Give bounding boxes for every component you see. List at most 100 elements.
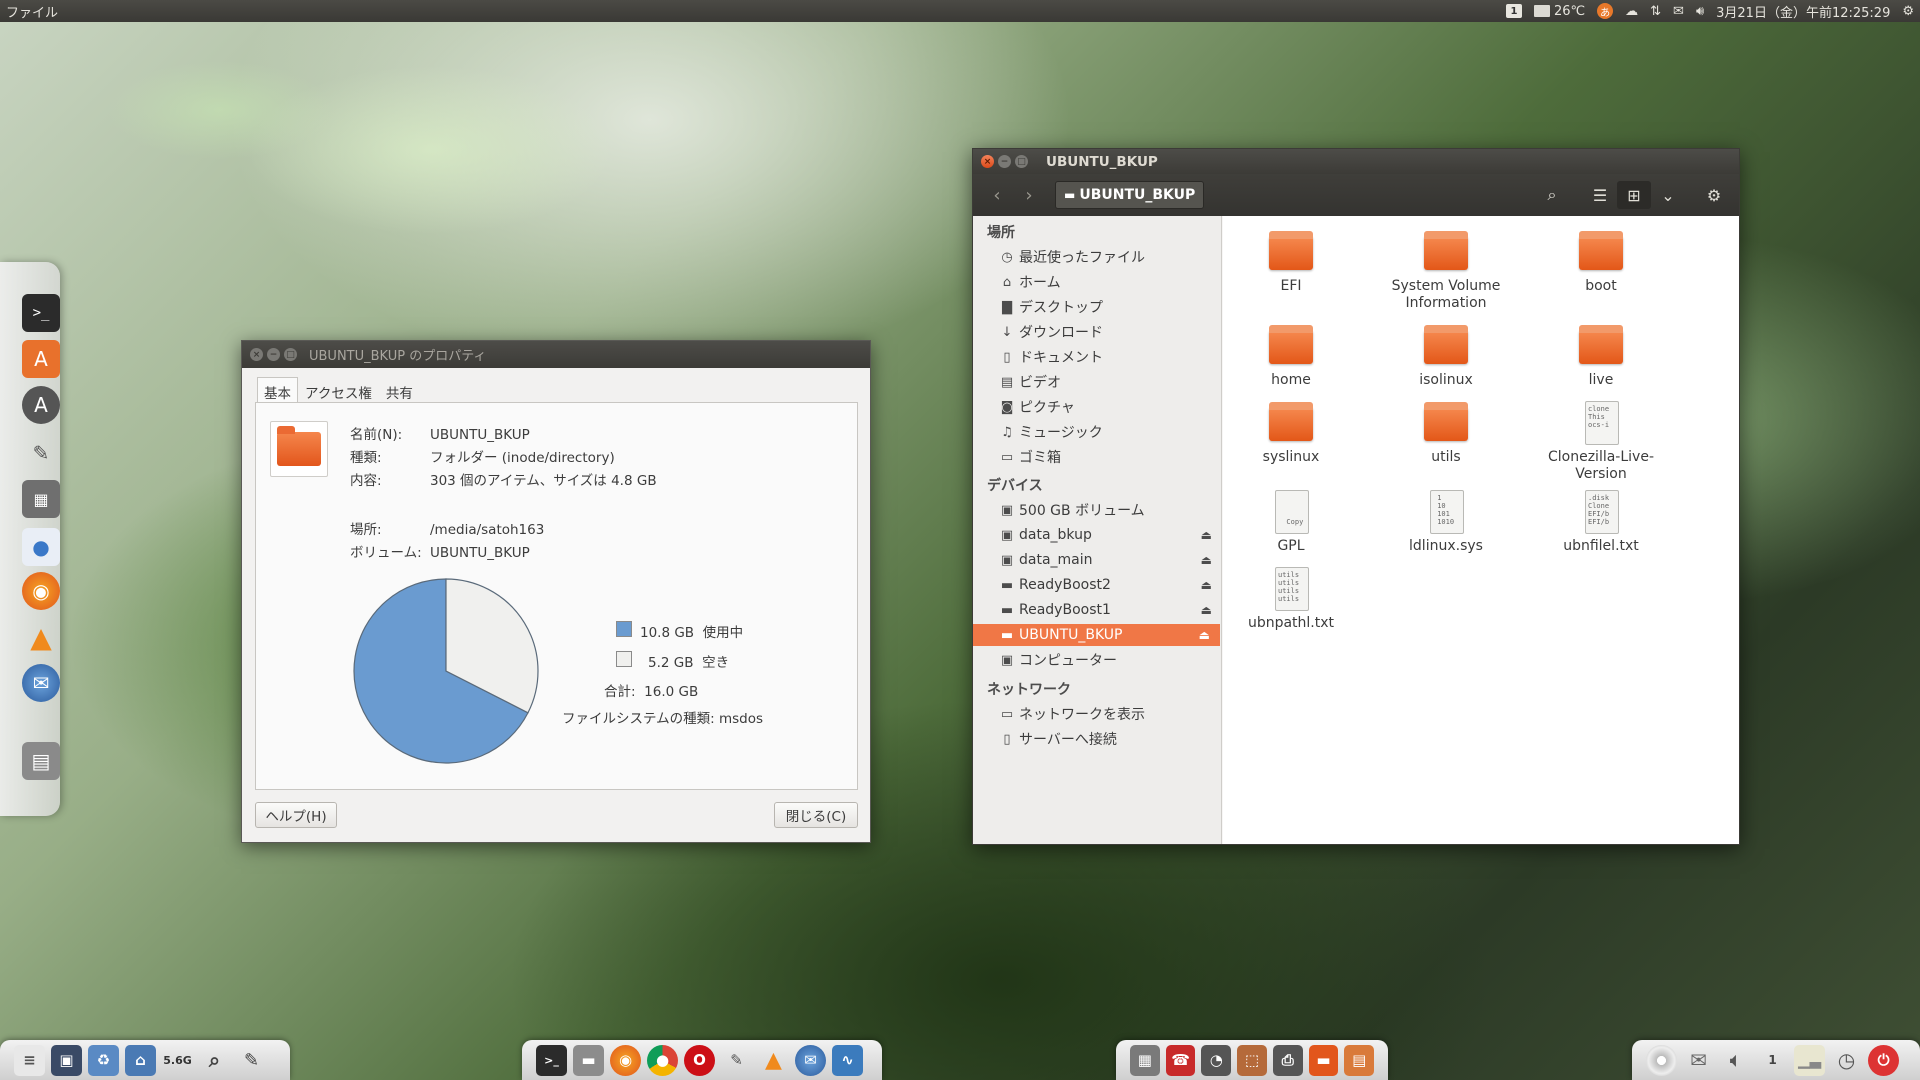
keyboard-indicator-icon[interactable]: 1 bbox=[1505, 4, 1522, 18]
file-manager-icon[interactable]: ▤ bbox=[22, 742, 60, 780]
sidebar-item[interactable]: ◙ ピクチャ bbox=[973, 396, 1222, 418]
file-item[interactable]: syslinux bbox=[1231, 399, 1351, 466]
minimize-icon[interactable]: − bbox=[998, 155, 1011, 168]
network-places-icon[interactable]: ⌂ bbox=[125, 1044, 156, 1076]
input-method-icon[interactable]: あ bbox=[1597, 3, 1614, 19]
volume-icon[interactable]: 🔊︎ bbox=[1696, 4, 1704, 19]
sidebar-item[interactable]: ▣ data_main ⏏ bbox=[973, 549, 1222, 571]
disk-usage-icon[interactable]: 5.6G bbox=[162, 1045, 193, 1076]
file-item[interactable]: utils bbox=[1386, 399, 1506, 466]
cd-icon[interactable] bbox=[1646, 1044, 1677, 1076]
file-item[interactable]: live bbox=[1541, 322, 1661, 389]
maximize-icon[interactable]: □ bbox=[1015, 155, 1028, 168]
vlc-icon[interactable]: ▲ bbox=[22, 618, 60, 656]
cloud-icon[interactable]: ☁ bbox=[1625, 4, 1638, 19]
app-menu[interactable]: ファイル bbox=[6, 2, 58, 21]
file-item[interactable]: System Volume Information bbox=[1386, 228, 1506, 312]
firefox-icon[interactable]: ◉ bbox=[610, 1044, 641, 1076]
firefox-icon[interactable]: ◉ bbox=[22, 572, 60, 610]
system-monitor-icon[interactable]: ∿ bbox=[832, 1044, 863, 1076]
thunderbird-icon[interactable]: ✉ bbox=[22, 664, 60, 702]
sidebar-item[interactable]: ▇ デスクトップ bbox=[973, 296, 1222, 318]
close-icon[interactable]: × bbox=[250, 348, 263, 361]
sidebar-item[interactable]: ▭ ゴミ箱 bbox=[973, 446, 1222, 468]
chrome-icon[interactable]: ● bbox=[647, 1044, 678, 1076]
close-icon[interactable]: × bbox=[981, 155, 994, 168]
gimp-icon[interactable]: ✎ bbox=[22, 434, 60, 472]
file-item[interactable]: .disk Clone EFI/b EFI/b ubnfilel.txt bbox=[1541, 488, 1661, 555]
help-button[interactable]: ヘルプ(H) bbox=[255, 802, 337, 828]
minimize-icon[interactable]: − bbox=[267, 348, 280, 361]
gear-icon[interactable]: ⚙ bbox=[1697, 181, 1731, 209]
sidebar-item[interactable]: ▣ コンピューター bbox=[973, 649, 1222, 671]
workspace-switcher-icon[interactable]: 1 bbox=[1757, 1045, 1788, 1076]
terminal-icon[interactable]: >_ bbox=[536, 1044, 567, 1076]
vlc-icon[interactable]: ▲ bbox=[758, 1045, 789, 1076]
back-arrow-icon[interactable]: ‹ bbox=[981, 181, 1013, 209]
text-editor-icon[interactable]: ≡ bbox=[14, 1044, 45, 1076]
sidebar-item[interactable]: ▣ data_bkup ⏏ bbox=[973, 524, 1222, 546]
gauge-icon[interactable]: ◔ bbox=[1201, 1044, 1232, 1076]
search-icon[interactable]: ⌕ bbox=[1535, 181, 1569, 209]
grid-view-icon[interactable]: ⊞ bbox=[1617, 181, 1651, 209]
sidebar-item[interactable]: ▭ ネットワークを表示 bbox=[973, 703, 1222, 725]
presentation-icon[interactable]: ▦ bbox=[1130, 1044, 1160, 1076]
sidebar-item[interactable]: ▯ サーバーへ接続 bbox=[973, 728, 1222, 750]
list-view-icon[interactable]: ☰ bbox=[1583, 181, 1617, 209]
path-bar-button[interactable]: ▬ UBUNTU_BKUP bbox=[1055, 181, 1205, 209]
power-icon[interactable]: ⏻ bbox=[1868, 1044, 1899, 1076]
phone-icon[interactable]: ☎ bbox=[1165, 1044, 1196, 1076]
mail-icon[interactable]: ✉ bbox=[1683, 1045, 1714, 1076]
gear-icon[interactable]: ⚙ bbox=[1902, 4, 1914, 19]
folder-icon[interactable] bbox=[270, 421, 328, 477]
recycle-icon[interactable]: ♻ bbox=[88, 1044, 119, 1076]
weather-indicator[interactable]: 26℃ bbox=[1533, 4, 1585, 19]
package-icon[interactable]: ⬚ bbox=[1237, 1044, 1267, 1076]
eject-icon[interactable]: ⏏ bbox=[1201, 528, 1212, 542]
chart-icon[interactable]: ▁▃ bbox=[1794, 1044, 1825, 1076]
eject-icon[interactable]: ⏏ bbox=[1201, 553, 1212, 567]
file-item[interactable]: Copy GPL bbox=[1231, 488, 1351, 555]
clock-icon[interactable]: ◷ bbox=[1831, 1045, 1862, 1076]
gimp-icon[interactable]: ✎ bbox=[721, 1045, 752, 1076]
clock-text[interactable]: 3月21日（金）午前12:25:29 bbox=[1716, 2, 1890, 21]
sidebar-item[interactable]: ↓ ダウンロード bbox=[973, 321, 1222, 343]
sidebar-item[interactable]: ▣ 500 GB ボリューム bbox=[973, 499, 1222, 521]
sidebar-item[interactable]: ▤ ビデオ bbox=[973, 371, 1222, 393]
folder-icon[interactable]: ▬ bbox=[1308, 1044, 1339, 1076]
eject-icon[interactable]: ⏏ bbox=[1201, 578, 1212, 592]
sidebar-item[interactable]: ▬ UBUNTU_BKUP ⏏ bbox=[973, 624, 1220, 646]
desktop-icon[interactable]: ▣ bbox=[51, 1044, 82, 1076]
eject-icon[interactable]: ⏏ bbox=[1201, 603, 1212, 617]
sidebar-item[interactable]: ▬ ReadyBoost1 ⏏ bbox=[973, 599, 1222, 621]
printer-icon[interactable]: ⎙ bbox=[1272, 1044, 1303, 1076]
file-item[interactable]: boot bbox=[1541, 228, 1661, 295]
maximize-icon[interactable]: □ bbox=[284, 348, 297, 361]
file-item[interactable]: clone This ocs-i Clonezilla-Live-Version bbox=[1541, 399, 1661, 483]
eject-icon[interactable]: ⏏ bbox=[1199, 628, 1210, 642]
notes-icon[interactable]: ✎ bbox=[236, 1045, 267, 1076]
sidebar-item[interactable]: ▯ ドキュメント bbox=[973, 346, 1222, 368]
thunderbird-icon[interactable]: ✉ bbox=[795, 1044, 826, 1076]
network-transfer-icon[interactable]: ⇅ bbox=[1650, 4, 1661, 19]
opera-icon[interactable]: O bbox=[684, 1044, 715, 1076]
close-button[interactable]: 閉じる(C) bbox=[774, 802, 858, 828]
magnifier-icon[interactable]: ⌕ bbox=[199, 1045, 230, 1076]
speaker-icon[interactable]: 🔈︎ bbox=[1720, 1045, 1751, 1076]
name-value[interactable]: UBUNTU_BKUP bbox=[430, 427, 530, 443]
software-center-icon[interactable]: A bbox=[22, 340, 60, 378]
sidebar-item[interactable]: ⌂ ホーム bbox=[973, 271, 1222, 293]
file-item[interactable]: home bbox=[1231, 322, 1351, 389]
sidebar-item[interactable]: ◷ 最近使ったファイル bbox=[973, 246, 1222, 268]
sidebar-item[interactable]: ♫ ミュージック bbox=[973, 421, 1222, 443]
drive-icon[interactable]: ▬ bbox=[573, 1044, 604, 1076]
sidebar-item[interactable]: ▬ ReadyBoost2 ⏏ bbox=[973, 574, 1222, 596]
file-item[interactable]: utils utils utils utils ubnpathl.txt bbox=[1231, 565, 1351, 632]
terminal-icon[interactable]: >_ bbox=[22, 294, 60, 332]
archive-icon[interactable]: ▤ bbox=[1344, 1044, 1375, 1076]
update-manager-icon[interactable]: A bbox=[22, 386, 60, 424]
forward-arrow-icon[interactable]: › bbox=[1013, 181, 1045, 209]
mail-icon[interactable]: ✉ bbox=[1673, 4, 1684, 19]
chat-icon[interactable]: ● bbox=[22, 528, 60, 566]
file-item[interactable]: isolinux bbox=[1386, 322, 1506, 389]
